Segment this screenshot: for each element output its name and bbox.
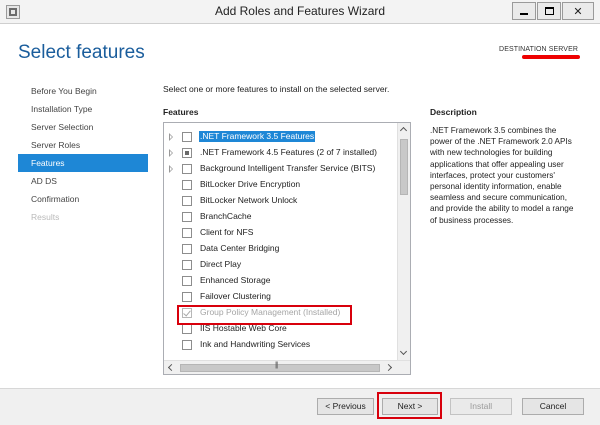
- destination-server-label: DESTINATION SERVER: [499, 46, 578, 53]
- page-title: Select features: [18, 42, 145, 63]
- cancel-button[interactable]: Cancel: [522, 398, 584, 415]
- horizontal-scrollbar[interactable]: [164, 360, 410, 374]
- feature-checkbox[interactable]: [182, 228, 192, 238]
- instruction-text: Select one or more features to install o…: [163, 84, 390, 94]
- description-heading: Description: [430, 107, 477, 117]
- feature-label: Direct Play: [200, 259, 242, 269]
- nav-item-features[interactable]: Features: [18, 154, 148, 172]
- close-icon: ✕: [573, 5, 583, 18]
- feature-row[interactable]: .NET Framework 3.5 Features: [164, 129, 396, 145]
- description-text: .NET Framework 3.5 combines the power of…: [430, 126, 574, 225]
- nav-item-before-you-begin[interactable]: Before You Begin: [18, 82, 148, 100]
- feature-checkbox[interactable]: [182, 180, 192, 190]
- nav-item-server-roles[interactable]: Server Roles: [18, 136, 148, 154]
- feature-checkbox[interactable]: [182, 276, 192, 286]
- feature-checkbox[interactable]: [182, 196, 192, 206]
- scroll-left-icon[interactable]: [165, 362, 177, 374]
- maximize-button[interactable]: [537, 2, 561, 20]
- feature-label: Failover Clustering: [200, 291, 271, 301]
- window-title: Add Roles and Features Wizard: [214, 4, 386, 18]
- feature-label: .NET Framework 3.5 Features: [199, 131, 316, 142]
- feature-row[interactable]: BranchCache: [164, 209, 396, 225]
- wizard-steps-nav: Before You Begin Installation Type Server …: [18, 82, 148, 226]
- feature-row[interactable]: Background Intelligent Transfer Service …: [164, 161, 396, 177]
- expand-arrow-icon[interactable]: [168, 133, 174, 141]
- feature-label: .NET Framework 4.5 Features (2 of 7 inst…: [200, 147, 377, 157]
- close-button[interactable]: ✕: [562, 2, 594, 20]
- feature-row[interactable]: .NET Framework 4.5 Features (2 of 7 inst…: [164, 145, 396, 161]
- previous-button[interactable]: < Previous: [317, 398, 374, 415]
- install-button[interactable]: Install: [450, 398, 512, 415]
- maximize-icon: [544, 7, 554, 15]
- feature-row[interactable]: Ink and Handwriting Services: [164, 337, 396, 353]
- feature-label: Client for NFS: [200, 227, 254, 237]
- feature-row[interactable]: Data Center Bridging: [164, 241, 396, 257]
- feature-row[interactable]: BitLocker Drive Encryption: [164, 177, 396, 193]
- expand-arrow-icon[interactable]: [168, 165, 174, 173]
- feature-label: BranchCache: [200, 211, 252, 221]
- feature-label: BitLocker Drive Encryption: [200, 179, 301, 189]
- feature-checkbox[interactable]: [182, 260, 192, 270]
- feature-checkbox[interactable]: [182, 292, 192, 302]
- destination-server-redaction: [522, 55, 580, 59]
- feature-checkbox[interactable]: [182, 324, 192, 334]
- expand-arrow-icon[interactable]: [168, 149, 174, 157]
- minimize-button[interactable]: [512, 2, 536, 20]
- feature-row[interactable]: Direct Play: [164, 257, 396, 273]
- feature-label: Enhanced Storage: [200, 275, 271, 285]
- feature-label: BitLocker Network Unlock: [200, 195, 298, 205]
- feature-row[interactable]: Enhanced Storage: [164, 273, 396, 289]
- window-controls: ✕: [512, 2, 594, 20]
- annotation-highlight-box: [177, 305, 352, 325]
- feature-row[interactable]: Failover Clustering: [164, 289, 396, 305]
- nav-item-confirmation[interactable]: Confirmation: [18, 190, 148, 208]
- feature-row[interactable]: BitLocker Network Unlock: [164, 193, 396, 209]
- scroll-down-icon[interactable]: [398, 347, 410, 359]
- feature-checkbox[interactable]: [182, 132, 192, 142]
- feature-label: Data Center Bridging: [200, 243, 280, 253]
- feature-checkbox[interactable]: [182, 244, 192, 254]
- horizontal-scroll-thumb[interactable]: [180, 362, 380, 372]
- vertical-scrollbar[interactable]: [397, 123, 410, 360]
- feature-checkbox[interactable]: [182, 148, 192, 158]
- minimize-icon: [520, 13, 528, 15]
- nav-item-server-selection[interactable]: Server Selection: [18, 118, 148, 136]
- feature-checkbox[interactable]: [182, 212, 192, 222]
- features-heading: Features: [163, 107, 199, 117]
- feature-checkbox[interactable]: [182, 164, 192, 174]
- scroll-right-icon[interactable]: [384, 362, 396, 374]
- feature-row[interactable]: Client for NFS: [164, 225, 396, 241]
- title-bar: Add Roles and Features Wizard ✕: [0, 0, 600, 24]
- nav-item-installation-type[interactable]: Installation Type: [18, 100, 148, 118]
- feature-checkbox[interactable]: [182, 340, 192, 350]
- annotation-next-box: [377, 392, 442, 419]
- features-list[interactable]: .NET Framework 3.5 Features .NET Framewor…: [163, 122, 411, 375]
- nav-item-ad-ds[interactable]: AD DS: [18, 172, 148, 190]
- feature-label: Ink and Handwriting Services: [200, 339, 311, 349]
- vertical-scroll-thumb[interactable]: [400, 139, 408, 195]
- feature-label: Background Intelligent Transfer Service …: [200, 163, 376, 173]
- nav-item-results: Results: [31, 212, 60, 222]
- scroll-up-icon[interactable]: [398, 124, 410, 136]
